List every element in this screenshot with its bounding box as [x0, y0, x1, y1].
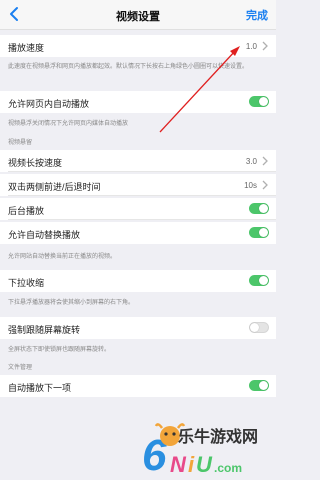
double-tap-row[interactable]: 双击两侧前进/后退时间 10s: [0, 174, 276, 196]
playback-speed-label: 播放速度: [8, 43, 45, 53]
chevron-right-icon: [262, 41, 268, 51]
auto-replace-row: 允许自动替换播放: [0, 222, 276, 244]
toggle-knob: [259, 276, 268, 285]
auto-replace-note: 允许网站自动替换当前正在播放的视频。: [8, 254, 117, 260]
pull-down-minimize-note: 下拉悬浮播放器将会使其缩小到屏幕的右下角。: [8, 300, 135, 306]
nav-bar: 视频设置 完成: [0, 0, 276, 30]
page-title: 视频设置: [116, 11, 160, 23]
svg-text:U: U: [196, 452, 213, 477]
toggle-knob: [259, 381, 268, 390]
svg-text:.com: .com: [214, 461, 242, 475]
long-press-speed-row[interactable]: 视频长按速度 3.0: [0, 150, 276, 172]
toggle-knob: [259, 204, 268, 213]
autoplay-web-row: 允许网页内自动播放: [0, 91, 276, 113]
row-divider: [8, 219, 276, 220]
section-header-files: 文件管理: [8, 365, 33, 371]
long-press-speed-label: 视频长按速度: [8, 158, 63, 168]
force-rotate-label: 强制跟随屏幕旋转: [8, 325, 81, 335]
force-rotate-toggle[interactable]: [249, 322, 269, 333]
row-divider: [8, 171, 276, 172]
autoplay-next-toggle[interactable]: [249, 380, 269, 391]
svg-text:N: N: [170, 452, 187, 477]
background-play-row: 后台播放: [0, 198, 276, 220]
svg-text:i: i: [188, 452, 195, 477]
chevron-right-icon: [262, 156, 268, 166]
background-play-toggle[interactable]: [249, 203, 269, 214]
autoplay-web-label: 允许网页内自动播放: [8, 99, 90, 109]
toggle-knob: [250, 323, 259, 332]
pull-down-minimize-label: 下拉收缩: [8, 278, 45, 288]
chevron-right-icon: [262, 180, 268, 190]
double-tap-label: 双击两侧前进/后退时间: [8, 182, 101, 192]
playback-speed-value: 1.0: [245, 42, 257, 51]
autoplay-next-label: 自动播放下一项: [8, 383, 72, 393]
section-header-float: 视频悬留: [8, 140, 33, 146]
auto-replace-label: 允许自动替换播放: [8, 230, 81, 240]
toggle-knob: [259, 97, 268, 106]
done-button[interactable]: 完成: [246, 7, 268, 23]
toggle-knob: [259, 228, 268, 237]
playback-speed-row[interactable]: 播放速度 1.0: [0, 35, 276, 57]
row-divider: [8, 195, 276, 196]
long-press-speed-value: 3.0: [245, 157, 257, 166]
playback-speed-note: 此速度在视频悬浮和网页内播放都起效。默认情况下长按右上角绿色小圆圈可以快速设置。: [8, 64, 249, 70]
watermark-text: 乐牛游戏网: [178, 429, 259, 446]
force-rotate-row: 强制跟随屏幕旋转: [0, 317, 276, 339]
background-play-label: 后台播放: [8, 206, 45, 216]
pull-down-minimize-toggle[interactable]: [249, 275, 269, 286]
force-rotate-note: 全屏状态下即使锁屏也跟随屏幕旋转。: [8, 347, 111, 353]
autoplay-web-toggle[interactable]: [249, 96, 269, 107]
pull-down-minimize-row: 下拉收缩: [0, 270, 276, 292]
double-tap-value: 10s: [244, 181, 257, 190]
autoplay-next-row: 自动播放下一项: [0, 375, 276, 397]
autoplay-web-note: 视频悬浮关闭情况下允许网页内媒体自动播放: [8, 121, 129, 127]
auto-replace-toggle[interactable]: [249, 227, 269, 238]
